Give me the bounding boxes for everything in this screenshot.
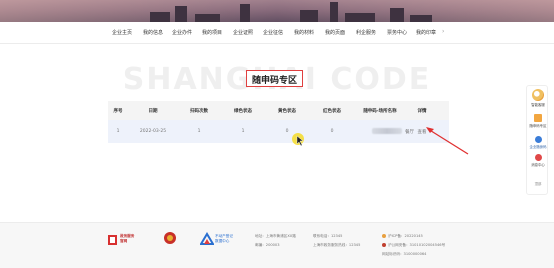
footer-icp2[interactable]: 沪公网安备：31010102004546号 (388, 243, 445, 248)
floating-sidebar: 智能客服 随申码专区 企业随身码 消息中心 顶部 (526, 85, 548, 195)
sidebar-label: 消息中心 (531, 163, 545, 167)
sidebar-label: 企业随身码 (529, 145, 547, 149)
real-estate-logo-icon (200, 232, 214, 245)
footer-zipcode: 邮编：200003 (255, 243, 280, 247)
footer-hotline: 联系电话：12345 (313, 234, 343, 238)
sidebar-item-messages[interactable]: 消息中心 (527, 154, 549, 167)
footer-site-id: 网站标识码：3100000064 (382, 252, 427, 256)
sidebar-item-qrcode[interactable]: 随申码专区 (527, 114, 549, 128)
page: 企业主页 我的信息 企业办件 我的项目 企业证照 企业征信 我的材料 我的页面 … (0, 0, 554, 268)
mouse-pointer-icon (296, 135, 304, 147)
sidebar-label: 随申码专区 (529, 124, 547, 128)
real-estate-logo-text: 不动产登记 数据中心 (215, 234, 233, 243)
police-badge-icon (382, 243, 386, 247)
footer-hotline2: 上海市政务服务热线：12345 (313, 243, 361, 247)
annotation-arrow-line (427, 128, 469, 155)
robot-icon (532, 89, 544, 101)
footer-icp1[interactable]: 沪ICP备：20220145 (388, 234, 423, 239)
message-icon (534, 154, 542, 161)
emblem-icon (164, 232, 176, 244)
sidebar-item-enterprise-code[interactable]: 企业随身码 (527, 136, 549, 149)
footer-address: 地址：上海市黄浦区XX路 (255, 234, 296, 238)
sidebar-item-chat[interactable]: 智能客服 (527, 89, 549, 107)
back-to-top: 顶部 (534, 182, 542, 186)
sidebar-item-top[interactable]: 顶部 (527, 180, 549, 186)
footer-logo-text: 政务服务 官网 (120, 234, 135, 243)
enterprise-icon (534, 136, 542, 143)
footer: 政务服务 官网 不动产登记 数据中心 地址：上海市黄浦区XX路 邮编：20000… (0, 222, 554, 268)
sidebar-label: 智能客服 (531, 103, 545, 107)
icp-badge-icon (382, 234, 386, 238)
qrcode-icon (534, 114, 542, 122)
